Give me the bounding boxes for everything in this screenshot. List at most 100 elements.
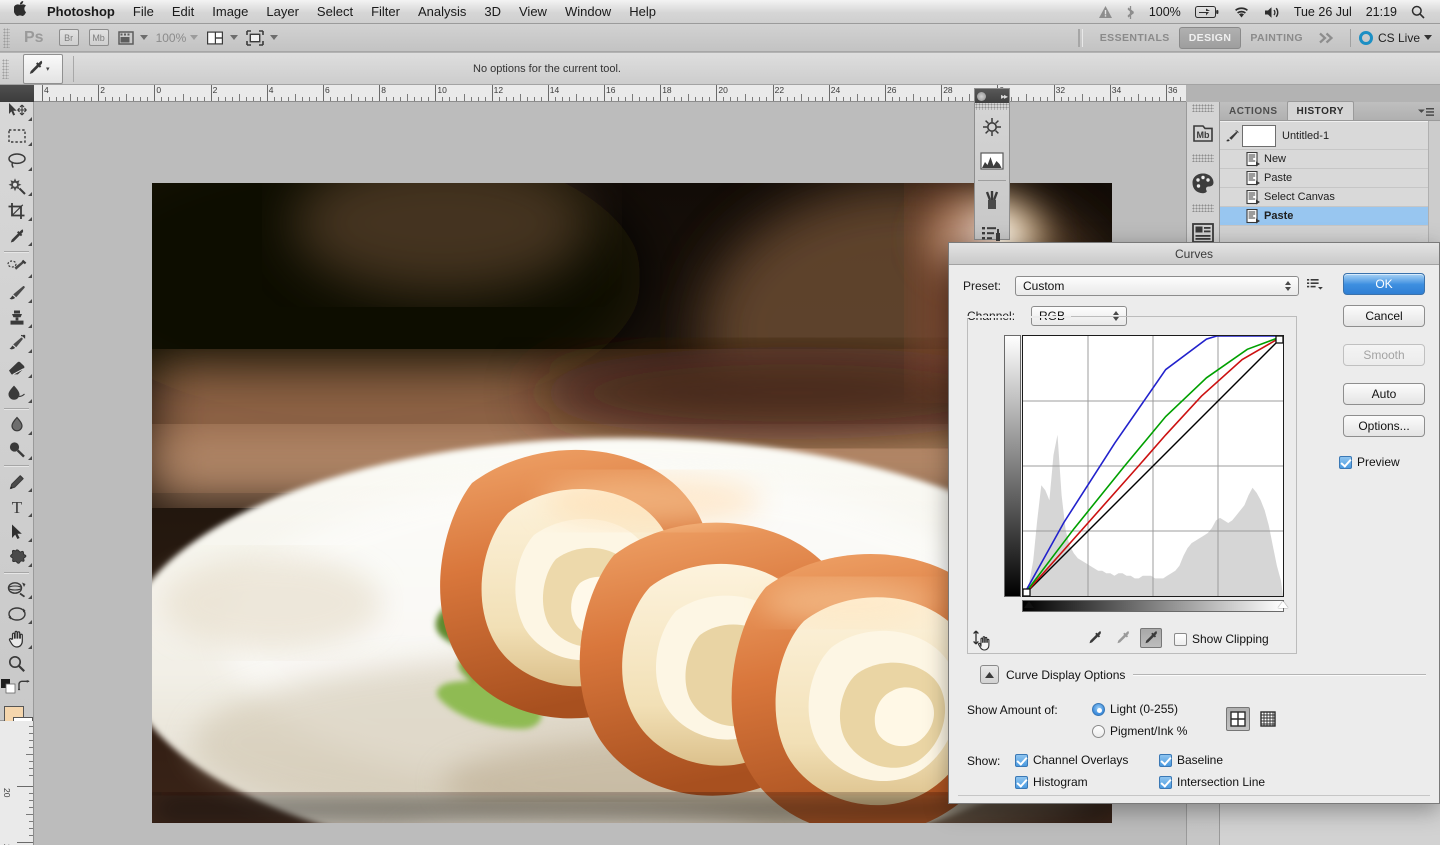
zoom-tool[interactable] <box>0 651 34 676</box>
hand-tool[interactable] <box>0 626 34 651</box>
set-white-point-eyedropper[interactable] <box>1140 628 1162 648</box>
crop-tool[interactable] <box>0 198 34 223</box>
channel-overlays-row[interactable]: Channel Overlays <box>1015 753 1128 767</box>
menu-item-image[interactable]: Image <box>203 0 257 24</box>
brush-tool[interactable] <box>0 280 34 305</box>
disclosure-triangle-up-icon[interactable] <box>980 665 999 684</box>
ok-button[interactable]: OK <box>1343 273 1425 295</box>
horizontal-ruler[interactable]: 4202468101214161820222426280323436 <box>34 85 1186 102</box>
menu-item-view[interactable]: View <box>510 0 556 24</box>
zoom-level-display[interactable]: 100% <box>156 28 199 48</box>
options-bar-grip[interactable] <box>2 58 9 79</box>
lasso-tool[interactable] <box>0 148 34 173</box>
spot-healing-brush-tool[interactable] <box>0 255 34 280</box>
show-clipping-row[interactable]: Show Clipping <box>1174 632 1269 646</box>
pen-tool[interactable] <box>0 469 34 494</box>
path-selection-tool[interactable] <box>0 519 34 544</box>
history-brush-tool[interactable] <box>0 330 34 355</box>
menu-item-select[interactable]: Select <box>308 0 362 24</box>
channel-overlays-checkbox[interactable] <box>1015 753 1028 767</box>
right-dock-grip[interactable] <box>1192 204 1214 212</box>
default-colors-icon[interactable] <box>1 679 16 699</box>
floating-dock-header[interactable]: ▸▸ <box>975 89 1009 103</box>
collapse-arrows-icon[interactable]: ▸▸ <box>1001 92 1008 101</box>
bluetooth-icon[interactable] <box>1119 0 1142 24</box>
menu-item-photoshop[interactable]: Photoshop <box>38 0 124 24</box>
intersection-line-row[interactable]: Intersection Line <box>1159 775 1265 789</box>
show-clipping-checkbox[interactable] <box>1174 632 1187 646</box>
history-state-row[interactable]: Select Canvas <box>1220 188 1440 207</box>
pigment-radio[interactable] <box>1092 724 1105 738</box>
tab-actions[interactable]: ACTIONS <box>1220 102 1287 120</box>
warning-icon[interactable] <box>1092 0 1119 24</box>
menu-item-analysis[interactable]: Analysis <box>409 0 475 24</box>
history-scrollbar[interactable] <box>1428 121 1440 248</box>
preset-select[interactable]: Custom <box>1015 276 1299 296</box>
3d-object-rotate-tool[interactable] <box>0 576 34 601</box>
panel-menu-icon[interactable] <box>1418 107 1440 120</box>
eyedropper-tool-icon[interactable]: ▾ <box>23 53 63 84</box>
light-radio[interactable] <box>1092 702 1105 716</box>
options-button[interactable]: Options... <box>1343 415 1425 437</box>
cancel-button[interactable]: Cancel <box>1343 305 1425 327</box>
workspace-design[interactable]: DESIGN <box>1178 26 1242 49</box>
3d-camera-rotate-tool[interactable] <box>0 601 34 626</box>
gradient-tool[interactable] <box>0 380 34 405</box>
workspace-painting[interactable]: PAINTING <box>1241 28 1312 48</box>
volume-icon[interactable] <box>1257 0 1287 24</box>
histogram-checkbox[interactable] <box>1015 775 1028 789</box>
histogram-panel-icon[interactable] <box>975 144 1009 178</box>
dock-grip[interactable] <box>975 103 1009 110</box>
curves-plot[interactable] <box>1022 335 1284 597</box>
history-state-row[interactable]: Paste <box>1220 169 1440 188</box>
vertical-ruler[interactable]: 2022 <box>0 721 34 845</box>
dodge-tool[interactable] <box>0 437 34 462</box>
workspace-essentials[interactable]: ESSENTIALS <box>1091 28 1179 48</box>
menu-item-filter[interactable]: Filter <box>362 0 409 24</box>
resize-grip-icon[interactable] <box>972 630 998 657</box>
preset-options-menu-icon[interactable] <box>1307 277 1323 295</box>
menu-item-layer[interactable]: Layer <box>257 0 308 24</box>
3d-axis-panel-icon[interactable] <box>975 110 1009 144</box>
curves-graph[interactable] <box>1022 335 1284 597</box>
spotlight-search-icon[interactable] <box>1404 0 1432 24</box>
screen-mode-button[interactable] <box>246 28 279 48</box>
detailed-grid-button[interactable] <box>1256 707 1280 731</box>
history-state-row[interactable]: New <box>1220 150 1440 169</box>
horizontal-type-tool[interactable]: T <box>0 494 34 519</box>
wifi-icon[interactable] <box>1226 0 1257 24</box>
intersection-line-checkbox[interactable] <box>1159 775 1172 789</box>
white-input-slider[interactable] <box>1278 601 1288 608</box>
preview-checkbox[interactable] <box>1339 455 1352 469</box>
baseline-row[interactable]: Baseline <box>1159 753 1223 767</box>
mini-bridge-panel-icon[interactable]: Mb <box>1187 114 1219 152</box>
blur-tool[interactable] <box>0 412 34 437</box>
set-black-point-eyedropper[interactable] <box>1084 628 1106 648</box>
apple-icon[interactable] <box>0 0 38 24</box>
battery-icon[interactable] <box>1188 0 1226 24</box>
simple-grid-button[interactable] <box>1226 707 1250 731</box>
cs-live-button[interactable]: CS Live <box>1358 30 1432 45</box>
chevron-double-right-icon[interactable] <box>1316 28 1338 48</box>
show-amount-light-option[interactable]: Light (0-255) <box>1092 702 1178 716</box>
view-extras-button[interactable] <box>117 28 148 48</box>
menu-item-file[interactable]: File <box>124 0 163 24</box>
auto-button[interactable]: Auto <box>1343 383 1425 405</box>
history-state-row-selected[interactable]: Paste <box>1220 207 1440 226</box>
eyedropper-tool[interactable] <box>0 223 34 248</box>
history-state-list[interactable]: Untitled-1 New Paste Select Canvas Paste <box>1220 121 1440 226</box>
smooth-button[interactable]: Smooth <box>1343 344 1425 366</box>
swap-colors-icon[interactable] <box>17 680 32 698</box>
curve-control-point[interactable] <box>1275 335 1284 344</box>
set-gray-point-eyedropper[interactable] <box>1112 628 1134 648</box>
menu-item-edit[interactable]: Edit <box>163 0 203 24</box>
history-snapshot-row[interactable]: Untitled-1 <box>1220 122 1440 150</box>
swatches-palette-panel-icon[interactable] <box>1187 164 1219 202</box>
ruler-corner[interactable] <box>0 85 34 102</box>
history-brush-source-icon[interactable] <box>1222 129 1242 142</box>
custom-shape-tool[interactable] <box>0 544 34 569</box>
curve-control-point[interactable] <box>1022 588 1031 597</box>
menu-item-3d[interactable]: 3D <box>475 0 510 24</box>
menu-item-window[interactable]: Window <box>556 0 620 24</box>
magic-wand-tool[interactable] <box>0 173 34 198</box>
